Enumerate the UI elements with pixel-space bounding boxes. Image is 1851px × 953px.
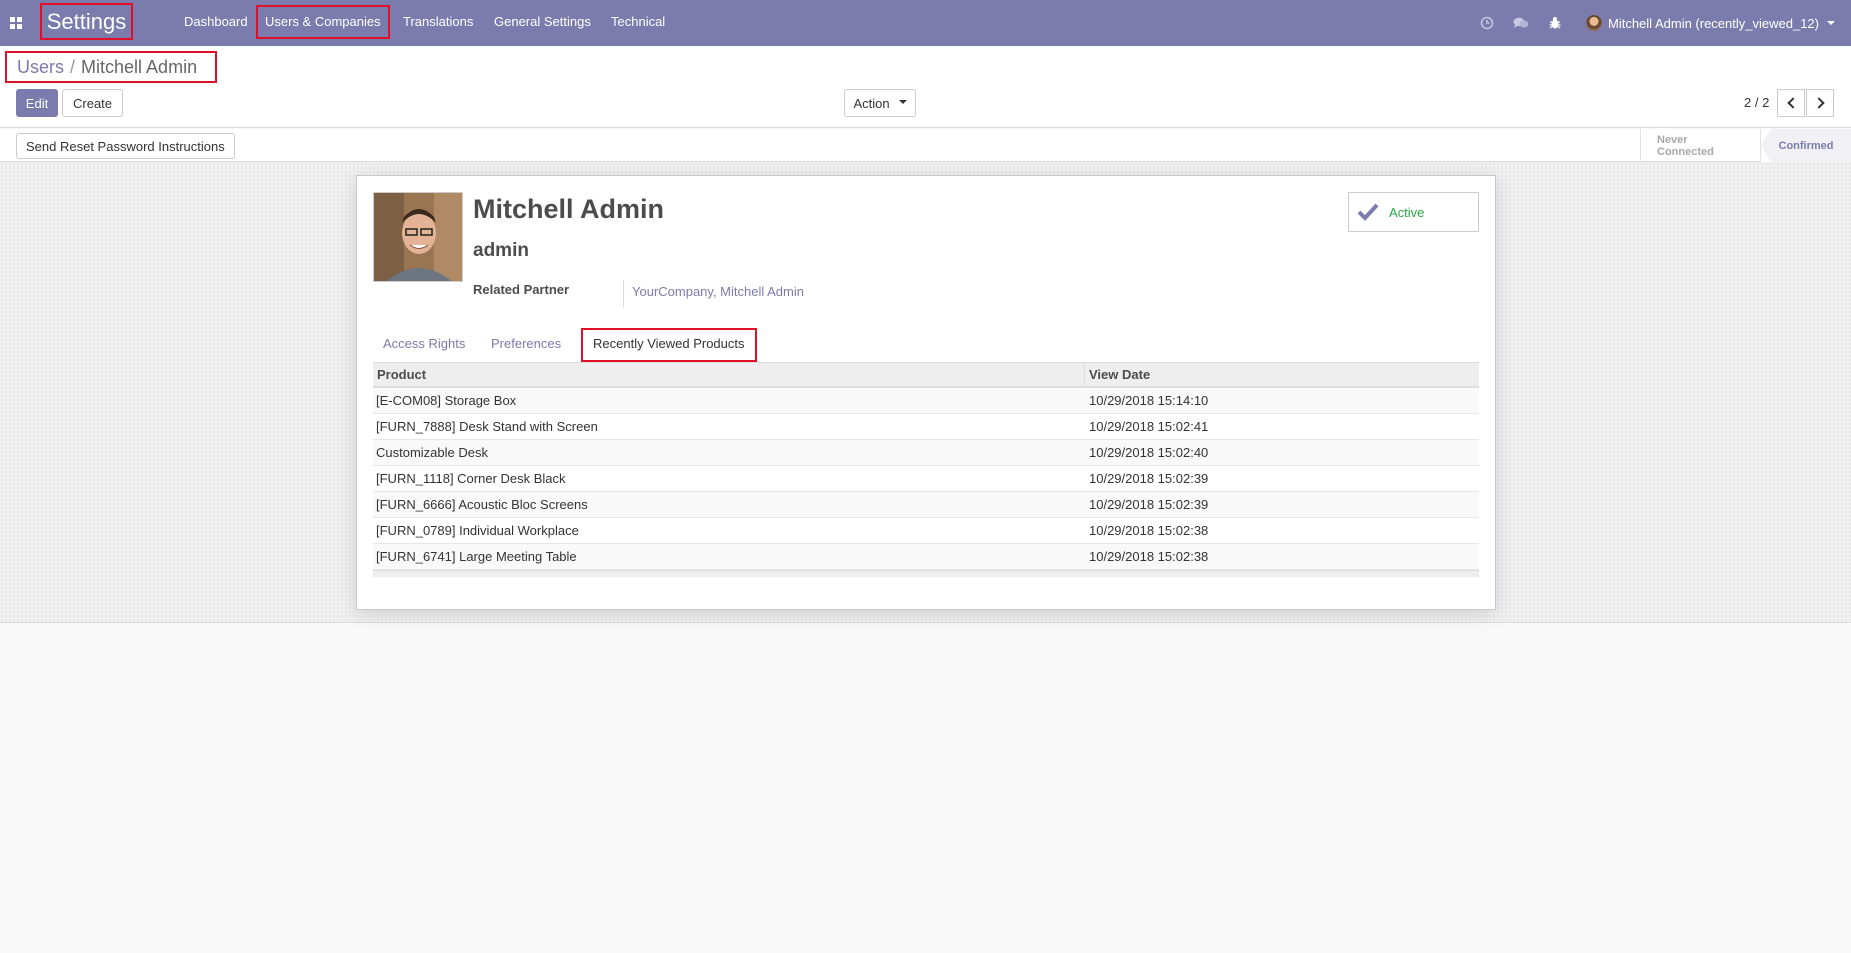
menu-technical[interactable]: Technical bbox=[604, 0, 672, 46]
menu-dashboard[interactable]: Dashboard bbox=[177, 0, 255, 46]
table-row[interactable]: Customizable Desk 10/29/2018 15:02:40 bbox=[373, 440, 1479, 466]
status-steps: Never Connected Confirmed bbox=[1640, 129, 1851, 162]
menu-users-companies[interactable]: Users & Companies bbox=[256, 5, 390, 39]
table-header: Product View Date bbox=[373, 362, 1479, 388]
check-icon bbox=[1357, 203, 1379, 221]
menu-translations[interactable]: Translations bbox=[396, 0, 480, 46]
tab-preferences[interactable]: Preferences bbox=[481, 329, 571, 360]
user-name: Mitchell Admin (recently_viewed_12) bbox=[1608, 15, 1819, 31]
app-title[interactable]: Settings bbox=[40, 3, 133, 40]
related-partner-link[interactable]: YourCompany, Mitchell Admin bbox=[632, 284, 804, 299]
cell-product: [E-COM08] Storage Box bbox=[376, 393, 517, 408]
table-row[interactable]: [FURN_7888] Desk Stand with Screen 10/29… bbox=[373, 414, 1479, 440]
breadcrumb-current: Mitchell Admin bbox=[81, 56, 198, 77]
table-body: [E-COM08] Storage Box 10/29/2018 15:14:1… bbox=[373, 388, 1479, 570]
action-dropdown[interactable]: Action bbox=[844, 89, 916, 117]
notebook-tabs: Access Rights Preferences Recently Viewe… bbox=[373, 328, 1479, 362]
cell-product: [FURN_6666] Acoustic Bloc Screens bbox=[376, 497, 588, 512]
status-step-confirmed: Confirmed bbox=[1760, 129, 1851, 162]
page-background bbox=[0, 623, 1851, 953]
chevron-down-icon bbox=[1826, 21, 1835, 25]
cell-product: Customizable Desk bbox=[376, 445, 488, 460]
column-header-view-date[interactable]: View Date bbox=[1085, 363, 1479, 386]
cell-product: [FURN_7888] Desk Stand with Screen bbox=[376, 419, 598, 434]
status-step-never-connected: Never Connected bbox=[1640, 129, 1760, 162]
tab-access-rights[interactable]: Access Rights bbox=[373, 329, 475, 360]
debug-bug-icon[interactable] bbox=[1538, 0, 1572, 46]
active-toggle-button[interactable]: Active bbox=[1348, 192, 1479, 232]
breadcrumb: Users / Mitchell Admin bbox=[5, 51, 217, 83]
chat-bubbles-icon[interactable] bbox=[1504, 0, 1538, 46]
menu-general-settings[interactable]: General Settings bbox=[487, 0, 598, 46]
control-panel: Users / Mitchell Admin Edit Create Actio… bbox=[0, 46, 1851, 128]
user-login[interactable]: admin bbox=[473, 240, 529, 262]
top-navbar: Settings Dashboard Users & Companies Tra… bbox=[0, 0, 1851, 46]
cell-product: [FURN_6741] Large Meeting Table bbox=[376, 549, 577, 564]
pager-next-button[interactable] bbox=[1806, 89, 1834, 117]
cell-product: [FURN_0789] Individual Workplace bbox=[376, 523, 579, 538]
cell-view-date: 10/29/2018 15:02:41 bbox=[1089, 419, 1209, 434]
user-name-title[interactable]: Mitchell Admin bbox=[473, 194, 664, 225]
send-reset-password-button[interactable]: Send Reset Password Instructions bbox=[16, 133, 235, 159]
cell-view-date: 10/29/2018 15:02:38 bbox=[1089, 549, 1209, 564]
pager-value[interactable]: 2 / 2 bbox=[1744, 95, 1769, 110]
chevron-left-icon bbox=[1786, 97, 1799, 109]
recently-viewed-table: Product View Date [E-COM08] Storage Box … bbox=[373, 362, 1479, 577]
tab-recently-viewed-products[interactable]: Recently Viewed Products bbox=[581, 328, 757, 362]
cell-view-date: 10/29/2018 15:02:38 bbox=[1089, 523, 1209, 538]
table-row[interactable]: [FURN_0789] Individual Workplace 10/29/2… bbox=[373, 518, 1479, 544]
table-row[interactable]: [FURN_1118] Corner Desk Black 10/29/2018… bbox=[373, 466, 1479, 492]
cell-view-date: 10/29/2018 15:14:10 bbox=[1089, 393, 1209, 408]
table-row[interactable]: [FURN_6666] Acoustic Bloc Screens 10/29/… bbox=[373, 492, 1479, 518]
table-row[interactable]: [FURN_6741] Large Meeting Table 10/29/20… bbox=[373, 544, 1479, 570]
create-button[interactable]: Create bbox=[62, 89, 124, 117]
breadcrumb-users-link[interactable]: Users bbox=[17, 57, 64, 78]
activity-clock-icon[interactable] bbox=[1470, 0, 1504, 46]
caret-down-icon bbox=[898, 100, 907, 104]
column-header-product[interactable]: Product bbox=[373, 363, 1085, 386]
apps-menu-icon[interactable] bbox=[0, 0, 32, 46]
cell-view-date: 10/29/2018 15:02:40 bbox=[1089, 445, 1209, 460]
cell-view-date: 10/29/2018 15:02:39 bbox=[1089, 497, 1209, 512]
related-partner-label: Related Partner bbox=[473, 282, 570, 297]
action-label: Action bbox=[853, 95, 890, 111]
user-menu[interactable]: Mitchell Admin (recently_viewed_12) bbox=[1586, 0, 1835, 46]
field-divider bbox=[623, 280, 624, 308]
edit-button[interactable]: Edit bbox=[16, 89, 58, 117]
user-photo[interactable] bbox=[373, 192, 463, 282]
cell-view-date: 10/29/2018 15:02:39 bbox=[1089, 471, 1209, 486]
cell-product: [FURN_1118] Corner Desk Black bbox=[376, 471, 566, 486]
active-label: Active bbox=[1389, 204, 1425, 220]
table-row[interactable]: [E-COM08] Storage Box 10/29/2018 15:14:1… bbox=[373, 388, 1479, 414]
pager-previous-button[interactable] bbox=[1777, 89, 1805, 117]
form-statusbar: Send Reset Password Instructions Never C… bbox=[0, 129, 1851, 162]
user-avatar bbox=[1586, 15, 1602, 31]
table-footer bbox=[373, 570, 1479, 577]
form-sheet: Mitchell Admin admin Related Partner You… bbox=[356, 175, 1496, 610]
breadcrumb-separator: / bbox=[70, 56, 76, 77]
chevron-right-icon bbox=[1812, 97, 1825, 109]
